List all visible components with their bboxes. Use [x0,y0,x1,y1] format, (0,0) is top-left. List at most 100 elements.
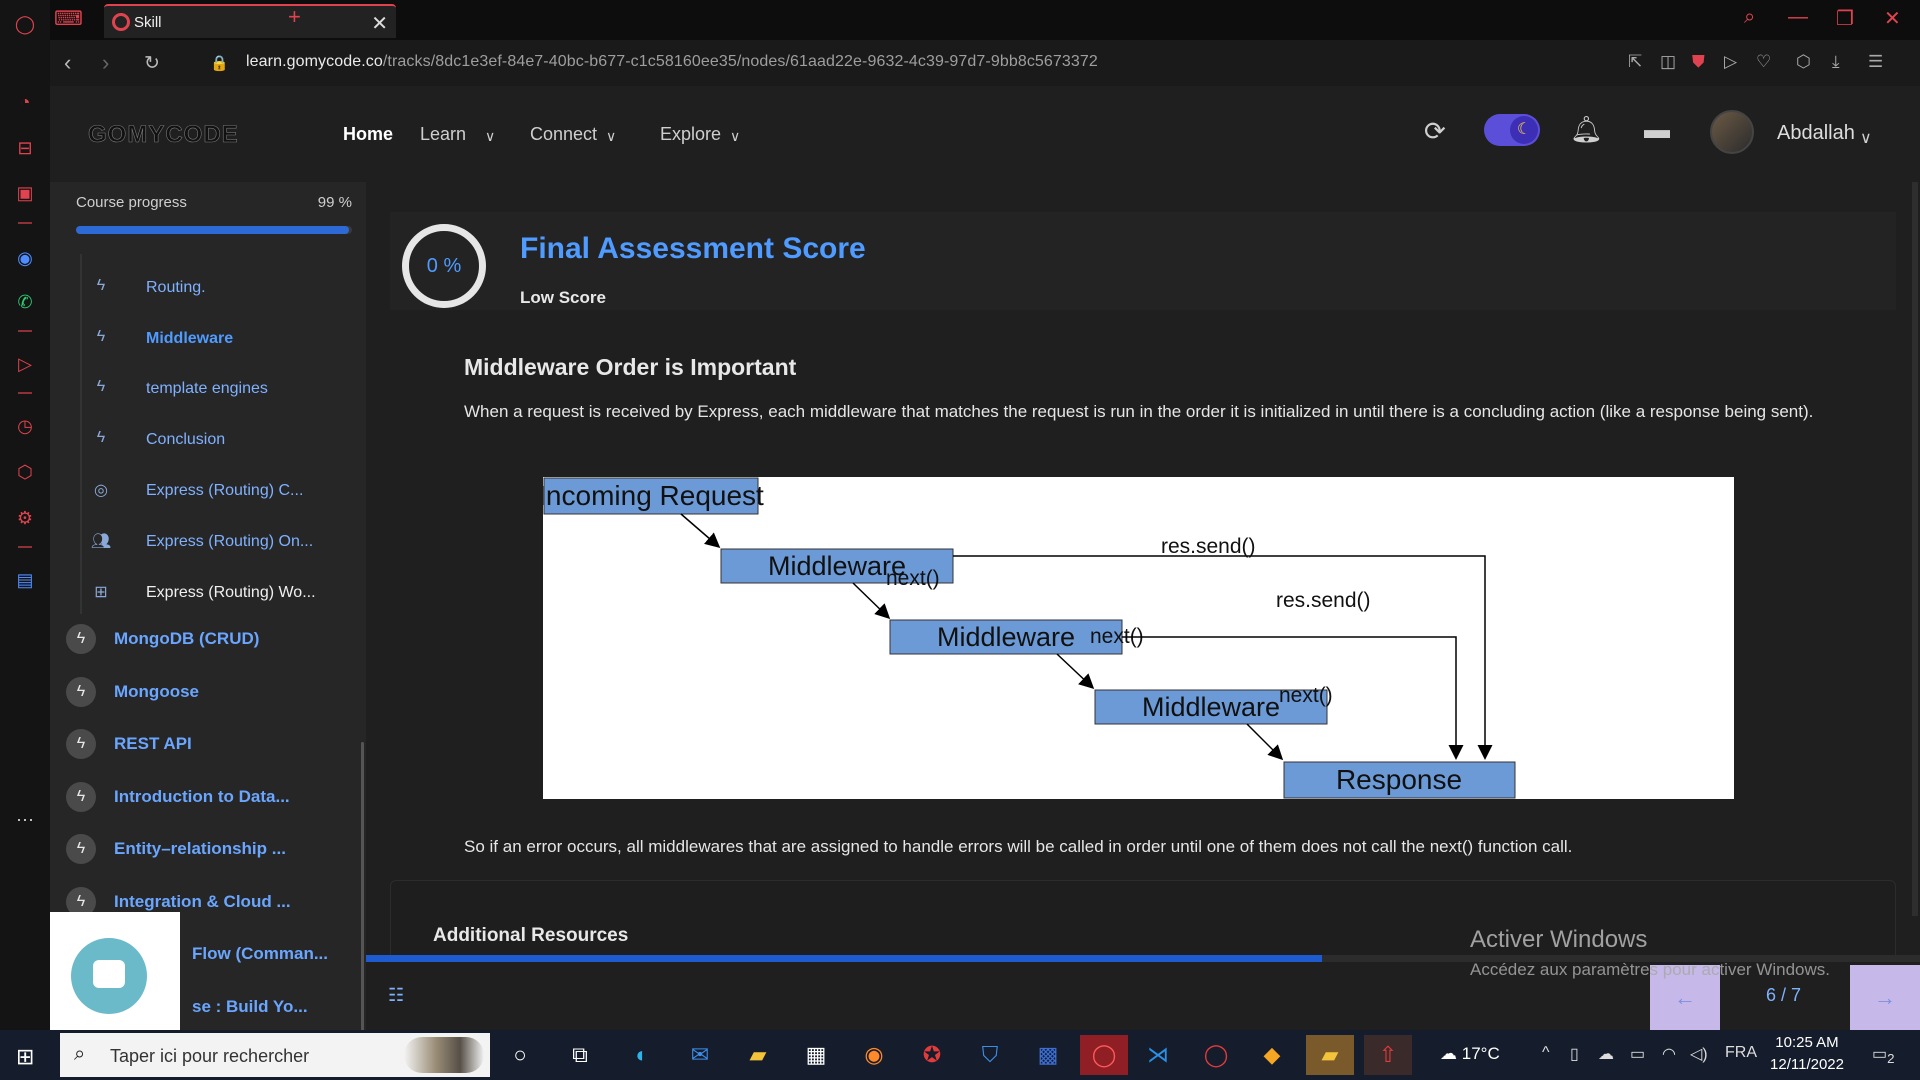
user-menu[interactable]: Abdallah [1777,122,1855,145]
avatar[interactable] [1710,110,1754,154]
send-icon[interactable]: ▷ [1724,52,1737,72]
next-button[interactable]: → [1850,965,1920,1030]
opera-gx-icon[interactable]: ◯ [1080,1035,1128,1075]
content-scrollbar[interactable] [1912,182,1918,916]
forward-icon[interactable]: › [102,50,109,76]
minimize-icon[interactable]: — [1788,6,1808,29]
bell-icon[interactable]: 🔔︎ [1570,114,1603,145]
messenger-icon[interactable]: ◉ [13,246,37,270]
back-icon[interactable]: ‹ [64,50,71,76]
sidebar-item-routing[interactable]: ϟ Routing. [90,274,350,304]
dark-mode-toggle[interactable]: ☾ [1484,114,1540,146]
extensions-icon[interactable]: ⬡ [13,460,37,484]
opera-logo-icon[interactable]: ◯ [13,12,37,36]
battery-icon[interactable]: ▭ [1630,1044,1645,1064]
download-icon[interactable]: ⤓ [1832,52,1840,72]
player-icon[interactable]: ▷ [13,352,37,376]
sidebar-item-conclusion[interactable]: ϟ Conclusion [90,426,350,456]
edge-icon[interactable]: ◐ [622,1035,662,1075]
chat-icon[interactable]: ▬ [1644,114,1670,145]
cortana-icon[interactable]: ○ [500,1035,540,1075]
nav-learn[interactable]: Learn [420,124,466,145]
weather-widget[interactable]: ☁ 17°C [1440,1044,1500,1064]
gamepad-icon[interactable]: ⌨ [54,6,83,31]
module-intro-data[interactable]: ϟ Introduction to Data... [66,780,366,816]
game-app-icon[interactable]: ✪ [912,1035,952,1075]
notification-icon[interactable]: ▭2 [1872,1044,1895,1066]
upload-app-icon[interactable]: ⇧ [1364,1035,1412,1075]
search-icon: ⌕ [74,1043,86,1065]
chevron-down-icon[interactable]: ∨ [730,128,740,145]
tray-chevron-icon[interactable]: ^ [1542,1044,1550,1062]
settings-icon[interactable]: ⚙ [13,506,37,530]
module-entity-relationship[interactable]: ϟ Entity–relationship ... [66,832,366,868]
chevron-down-icon[interactable]: ∨ [606,128,616,145]
device-icon[interactable]: ▯ [1570,1044,1579,1064]
chevron-down-icon[interactable]: ∨ [485,128,495,145]
module-mongoose[interactable]: ϟ Mongoose [66,675,366,711]
rail-separator [18,392,32,394]
sidebar-item-express-workshop[interactable]: ⊞ Express (Routing) Wo... [90,579,350,609]
shopping-icon[interactable]: ⊟ [13,136,37,160]
new-tab-icon[interactable]: + [288,4,301,30]
nav-explore[interactable]: Explore [660,124,721,145]
search-tabs-icon[interactable]: ⌕ [1744,6,1755,29]
module-rest-api[interactable]: ϟ REST API [66,727,366,763]
sidebar-item-express-checkpoint[interactable]: ◎ Express (Routing) C... [90,477,350,507]
page-indicator: 6 / 7 [1766,985,1802,1005]
sidebar-item-express-one[interactable]: 👥︎ Express (Routing) On... [90,528,350,558]
volume-icon[interactable]: ◁) [1690,1044,1708,1064]
close-window-icon[interactable]: ✕ [1884,6,1901,31]
windows-start-icon[interactable]: ⊞ [16,1044,34,1070]
clock-date[interactable]: 12/11/2022 [1766,1056,1848,1073]
people-icon: 👥︎ [90,533,112,550]
translate-icon[interactable]: ▤ [13,568,37,592]
history-icon[interactable]: ◷ [13,414,37,438]
folder-icon[interactable]: ▰ [1306,1035,1354,1075]
heart-icon[interactable]: ♡ [1756,52,1771,72]
firefox-icon[interactable]: ◉ [854,1035,894,1075]
url-field[interactable]: learn.gomycode.co/tracks/8dc1e3ef-84e7-4… [246,53,1098,71]
list-icon[interactable]: ☷ [388,985,404,1006]
easy-setup-icon[interactable]: ☰ [1868,52,1883,72]
speed-dial-icon[interactable]: ◔ [13,90,37,114]
tab-skill[interactable]: Skill ✕ [104,4,396,38]
activate-windows-subtitle: Accédez aux paramètres pour activer Wind… [1470,960,1830,979]
taskbar-search[interactable]: ⌕ Taper ici pour rechercher [60,1033,490,1077]
refresh-icon[interactable]: ⟳ [1424,116,1446,147]
file-explorer-icon[interactable]: ▰ [738,1035,778,1075]
adblock-icon[interactable]: ⛊ [1692,52,1705,72]
git-icon[interactable]: ◆ [1252,1035,1292,1075]
sidebar-item-template-engines[interactable]: ϟ template engines [90,375,350,405]
chevron-down-icon[interactable]: ∨ [1860,128,1872,148]
restore-icon[interactable]: ❐ [1836,6,1854,31]
share-icon[interactable]: ⇱ [1628,52,1642,72]
whatsapp-icon[interactable]: ✆ [13,290,37,314]
sidebar-item-middleware[interactable]: ϟ Middleware [90,325,350,355]
mail-icon[interactable]: ✉ [680,1035,720,1075]
sidebar-scrollbar[interactable] [361,742,364,1030]
close-tab-icon[interactable]: ✕ [371,11,388,36]
module-mongodb[interactable]: ϟ MongoDB (CRUD) [66,622,366,658]
cube-icon[interactable]: ⬡ [1796,52,1811,72]
twitch-icon[interactable]: ▣ [13,181,37,205]
nav-home[interactable]: Home [343,124,393,145]
opera-icon[interactable]: ◯ [1196,1035,1236,1075]
wifi-icon[interactable]: ◠ [1662,1044,1676,1064]
camera-icon[interactable]: ◫ [1660,52,1676,72]
nav-connect[interactable]: Connect [530,124,597,145]
clock-time[interactable]: 10:25 AM [1772,1034,1842,1051]
chat-widget-button[interactable] [50,912,180,1030]
task-view-icon[interactable]: ⧉ [560,1035,600,1075]
language-indicator[interactable]: FRA [1725,1044,1757,1062]
notification-count: 2 [1887,1051,1895,1067]
teams-icon[interactable]: ▩ [1028,1035,1068,1075]
vpn-icon[interactable]: ⛉ [970,1035,1010,1075]
vscode-icon[interactable]: ⋊ [1138,1035,1178,1075]
browser-sidebar: ◯ ◔ ⊟ ▣ ◉ ✆ ▷ ◷ ⬡ ⚙ ▤ ⋯ [0,0,50,1030]
reload-icon[interactable]: ↻ [144,52,160,75]
onedrive-icon[interactable]: ☁ [1598,1044,1614,1064]
gomycode-logo[interactable]: GOMYCODE [88,121,239,149]
store-icon[interactable]: ▦ [796,1035,836,1075]
more-icon[interactable]: ⋯ [13,808,37,832]
